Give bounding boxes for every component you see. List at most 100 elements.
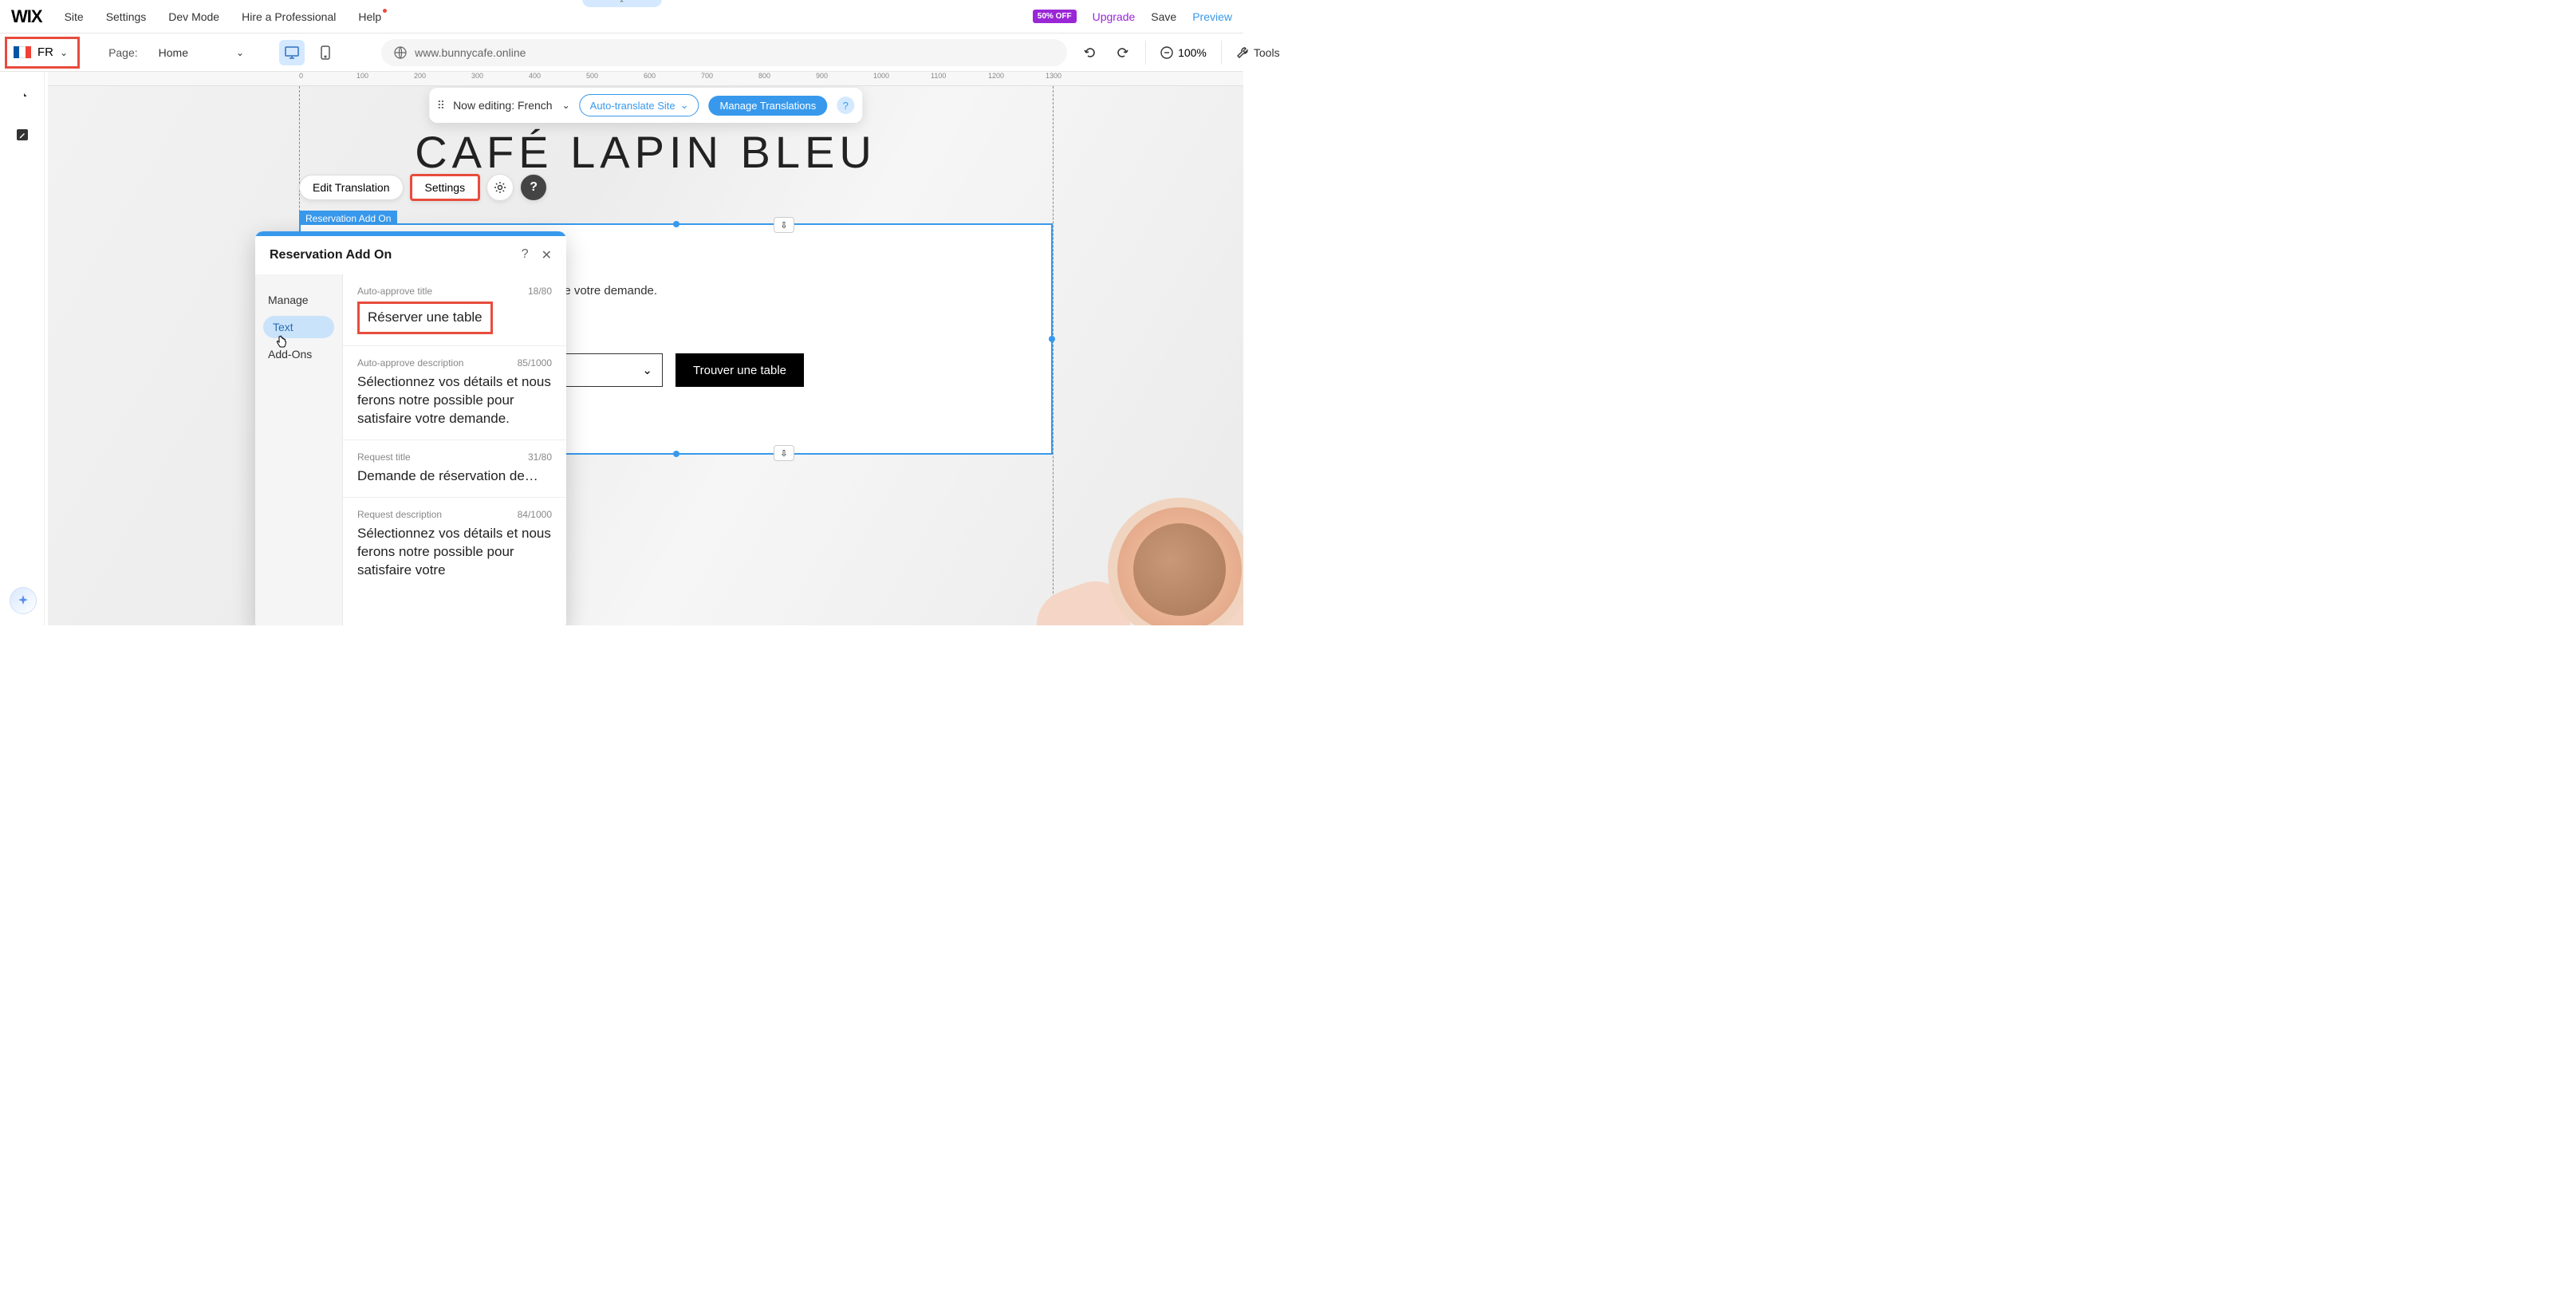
section-value[interactable]: Sélectionnez vos détails et nous ferons … — [357, 373, 552, 428]
tools-button[interactable]: Tools — [1236, 46, 1280, 59]
panel-title: Reservation Add On — [270, 248, 392, 262]
panel-nav-text-label: Text — [273, 321, 293, 333]
left-rail — [0, 72, 45, 625]
language-selector[interactable]: FR ⌄ — [5, 37, 80, 69]
menu-settings[interactable]: Settings — [106, 10, 147, 23]
hero-image-coffee — [1036, 442, 1243, 625]
editor-toolbar: FR ⌄ Page: Home ⌄ www.bunnycafe.online 1… — [0, 34, 1243, 72]
stretch-button[interactable]: ⇩ — [774, 217, 794, 233]
redo-icon — [1115, 45, 1129, 60]
desktop-view-button[interactable] — [279, 40, 305, 65]
mobile-view-button[interactable] — [313, 40, 338, 65]
url-bar[interactable]: www.bunnycafe.online — [381, 39, 1067, 66]
panel-close-button[interactable]: ✕ — [542, 247, 552, 263]
panel-header: Reservation Add On ? ✕ — [255, 236, 566, 274]
drag-handle-icon[interactable]: ⠿ — [437, 99, 443, 112]
panel-section[interactable]: Request title 31/80 Demande de réservati… — [343, 440, 566, 498]
gear-button[interactable] — [486, 174, 514, 201]
chevron-down-icon: ⌄ — [642, 363, 652, 377]
stretch-button[interactable]: ⇩ — [774, 445, 794, 461]
section-label: Request description — [357, 509, 442, 520]
sparkle-icon — [17, 594, 30, 607]
section-label: Request title — [357, 451, 411, 463]
topbar-right: 50% OFF Upgrade Save Preview — [1033, 10, 1232, 23]
edit-rail-button[interactable] — [12, 124, 33, 145]
section-meta: Request description 84/1000 — [357, 509, 552, 520]
auto-translate-button[interactable]: Auto-translate Site ⌄ — [580, 94, 699, 116]
zoom-out-icon — [1160, 46, 1173, 59]
section-value[interactable]: Réserver une table — [357, 302, 493, 334]
find-table-button[interactable]: Trouver une table — [676, 353, 804, 387]
edit-translation-button[interactable]: Edit Translation — [299, 175, 404, 200]
undo-button[interactable] — [1081, 44, 1099, 61]
panel-nav-addons[interactable]: Add-Ons — [255, 340, 342, 369]
preview-button[interactable]: Preview — [1192, 10, 1232, 23]
expand-top-caret[interactable]: ⌃ — [582, 0, 662, 7]
panel-section[interactable]: Auto-approve description 85/1000 Sélecti… — [343, 346, 566, 440]
divider — [1221, 41, 1222, 65]
question-icon: ? — [530, 180, 538, 195]
chevron-down-icon: ⌄ — [60, 47, 68, 58]
help-button[interactable]: ? — [520, 174, 547, 201]
desktop-icon — [285, 46, 299, 59]
page-icon — [15, 93, 30, 107]
section-value[interactable]: Demande de réservation de… — [357, 467, 552, 486]
toolbar-right: 100% Tools — [1081, 41, 1291, 65]
section-meta: Auto-approve title 18/80 — [357, 286, 552, 297]
pages-rail-button[interactable] — [12, 89, 33, 110]
section-value[interactable]: Sélectionnez vos détails et nous ferons … — [357, 525, 552, 580]
upgrade-link[interactable]: Upgrade — [1093, 10, 1136, 23]
page-label: Page: — [108, 46, 138, 59]
gear-icon — [494, 181, 506, 194]
tools-label: Tools — [1254, 46, 1280, 59]
chevron-down-icon[interactable]: ⌄ — [562, 100, 570, 111]
panel-nav-manage[interactable]: Manage — [255, 286, 342, 314]
pencil-icon — [15, 128, 30, 142]
wrench-icon — [1236, 46, 1249, 59]
manage-translations-button[interactable]: Manage Translations — [709, 96, 828, 116]
device-toggle — [279, 40, 338, 65]
ai-assistant-button[interactable] — [10, 587, 37, 614]
element-toolbar: Edit Translation Settings ? — [299, 174, 547, 201]
resize-handle[interactable] — [673, 221, 679, 227]
translation-editing-bar: ⠿ Now editing: French ⌄ Auto-translate S… — [429, 88, 862, 123]
section-count: 85/1000 — [518, 357, 552, 369]
editor-canvas[interactable]: CAFÉ LAPIN BLEU ⠿ Now editing: French ⌄ … — [48, 86, 1243, 625]
section-label: Auto-approve description — [357, 357, 463, 369]
panel-body: Manage Text Add-Ons Auto-approve title 1… — [255, 274, 566, 625]
resize-handle[interactable] — [673, 451, 679, 457]
editing-language-label: Now editing: French — [453, 99, 553, 112]
panel-content[interactable]: Auto-approve title 18/80 Réserver une ta… — [343, 274, 566, 625]
site-title-text[interactable]: CAFÉ LAPIN BLEU — [415, 126, 876, 178]
globe-icon — [394, 46, 407, 59]
wix-logo[interactable]: WIX — [11, 6, 42, 27]
zoom-control[interactable]: 100% — [1160, 46, 1207, 59]
flag-france-icon — [14, 46, 31, 58]
cursor-hand-icon — [274, 335, 287, 349]
panel-help-button[interactable]: ? — [522, 247, 529, 263]
language-code: FR — [37, 45, 53, 59]
section-label: Auto-approve title — [357, 286, 432, 297]
resize-handle[interactable] — [1049, 336, 1055, 342]
horizontal-ruler: 0100200300400500600700800900100011001200… — [48, 72, 1243, 86]
help-icon[interactable]: ? — [837, 97, 854, 114]
panel-header-icons: ? ✕ — [522, 247, 552, 263]
zoom-value: 100% — [1178, 46, 1207, 59]
save-button[interactable]: Save — [1151, 10, 1176, 23]
page-selector[interactable]: Home ⌄ — [152, 43, 250, 62]
redo-button[interactable] — [1113, 44, 1131, 61]
panel-section[interactable]: Request description 84/1000 Sélectionnez… — [343, 498, 566, 591]
panel-section[interactable]: Auto-approve title 18/80 Réserver une ta… — [343, 274, 566, 346]
widget-settings-button[interactable]: Settings — [410, 174, 481, 201]
menu-site[interactable]: Site — [65, 10, 84, 23]
section-count: 84/1000 — [518, 509, 552, 520]
chevron-down-icon: ⌄ — [236, 47, 244, 58]
section-count: 31/80 — [528, 451, 552, 463]
panel-nav-text[interactable]: Text — [263, 316, 334, 338]
mobile-icon — [321, 45, 330, 60]
menu-devmode[interactable]: Dev Mode — [168, 10, 219, 23]
menu-help[interactable]: Help — [358, 10, 381, 23]
section-count: 18/80 — [528, 286, 552, 297]
menu-hire[interactable]: Hire a Professional — [242, 10, 336, 23]
divider — [1145, 41, 1146, 65]
